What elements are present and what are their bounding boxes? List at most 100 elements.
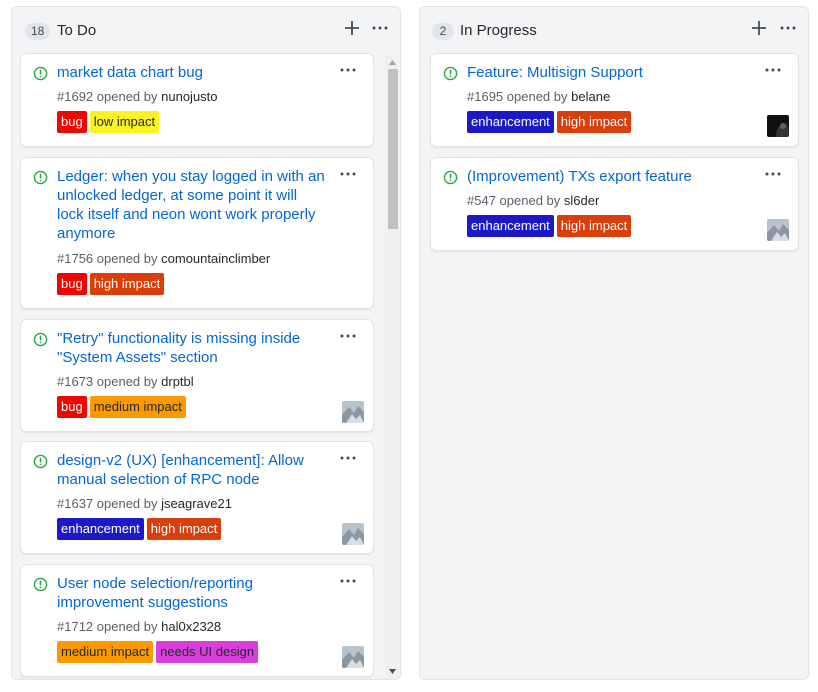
issue-card[interactable]: Ledger: when you stay logged in with an … <box>20 157 374 309</box>
issue-title-link[interactable]: design-v2 (UX) [enhancement]: Allow manu… <box>57 451 327 489</box>
label-list: bug high impact <box>57 273 165 295</box>
column-menu-button[interactable] <box>777 17 799 39</box>
issue-label[interactable]: enhancement <box>467 215 554 237</box>
issue-author-link[interactable]: drptbl <box>161 374 194 389</box>
plus-icon <box>752 21 766 35</box>
opened-by-text: opened by <box>96 89 158 104</box>
issue-opened-icon <box>33 170 48 185</box>
assignee-avatar[interactable] <box>342 401 364 423</box>
column-header: 18 To Do <box>12 7 400 53</box>
issue-title-link[interactable]: "Retry" functionality is missing inside … <box>57 329 327 367</box>
kebab-horizontal-icon <box>340 172 356 176</box>
issue-opened-icon <box>33 332 48 347</box>
issue-title-link[interactable]: Feature: Multisign Support <box>467 63 737 82</box>
issue-meta: #1695 opened by belane <box>467 88 610 105</box>
kebab-horizontal-icon <box>765 68 781 72</box>
card-menu-button[interactable] <box>337 573 359 589</box>
issue-card[interactable]: design-v2 (UX) [enhancement]: Allow manu… <box>20 441 374 554</box>
issue-label[interactable]: enhancement <box>57 518 144 540</box>
issue-card[interactable]: (Improvement) TXs export feature #547 op… <box>430 157 799 251</box>
assignee-avatar[interactable] <box>342 646 364 668</box>
issue-number: #1673 <box>57 374 94 389</box>
card-menu-button[interactable] <box>337 166 359 182</box>
issue-title-link[interactable]: Ledger: when you stay logged in with an … <box>57 167 327 243</box>
issue-title-link[interactable]: User node selection/reporting improvemen… <box>57 574 327 612</box>
kebab-horizontal-icon <box>372 26 388 30</box>
kebab-horizontal-icon <box>340 579 356 583</box>
issue-title-link[interactable]: (Improvement) TXs export feature <box>467 167 737 186</box>
column-count-badge: 18 <box>25 23 51 40</box>
kebab-horizontal-icon <box>340 334 356 338</box>
issue-number: #1756 <box>57 251 94 266</box>
issue-number: #1695 <box>467 89 504 104</box>
column-title: In Progress <box>460 22 537 39</box>
issue-meta: #1673 opened by drptbl <box>57 373 194 390</box>
user-avatar-image <box>342 401 364 423</box>
issue-label[interactable]: needs UI design <box>156 641 259 663</box>
issue-author-link[interactable]: jseagrave21 <box>161 496 232 511</box>
issue-label[interactable]: high impact <box>556 215 632 237</box>
issue-meta: #547 opened by sl6der <box>467 192 599 209</box>
issue-label[interactable]: high impact <box>146 518 222 540</box>
label-list: bug low impact <box>57 111 160 133</box>
issue-author-link[interactable]: sl6der <box>564 193 599 208</box>
issue-author-link[interactable]: comountainclimber <box>161 251 270 266</box>
issue-label[interactable]: high impact <box>89 273 165 295</box>
issue-label[interactable]: bug <box>57 396 87 418</box>
issue-card[interactable]: Feature: Multisign Support #1695 opened … <box>430 53 799 147</box>
issue-label[interactable]: high impact <box>556 111 632 133</box>
user-avatar-image <box>767 115 789 137</box>
issue-label[interactable]: bug <box>57 273 87 295</box>
user-avatar-image <box>342 646 364 668</box>
column-scrollbar[interactable] <box>385 55 399 679</box>
issue-card[interactable]: "Retry" functionality is missing inside … <box>20 319 374 432</box>
user-avatar-image <box>767 219 789 241</box>
label-list: enhancement high impact <box>467 215 632 237</box>
label-list: bug medium impact <box>57 396 186 418</box>
assignee-avatar[interactable] <box>767 219 789 241</box>
issue-label[interactable]: bug <box>57 111 87 133</box>
issue-opened-icon <box>33 577 48 592</box>
opened-by-text: opened by <box>96 374 158 389</box>
issue-meta: #1712 opened by hal0x2328 <box>57 618 221 635</box>
scroll-down-arrow-icon[interactable] <box>388 667 397 676</box>
scrollbar-thumb[interactable] <box>388 69 398 229</box>
issue-label[interactable]: enhancement <box>467 111 554 133</box>
issue-author-link[interactable]: nunojusto <box>161 89 217 104</box>
issue-number: #1637 <box>57 496 94 511</box>
kebab-horizontal-icon <box>340 456 356 460</box>
issue-opened-icon <box>443 66 458 81</box>
column-header: 2 In Progress <box>420 7 808 53</box>
issue-author-link[interactable]: belane <box>571 89 610 104</box>
kebab-horizontal-icon <box>340 68 356 72</box>
opened-by-text: opened by <box>96 496 158 511</box>
issue-number: #1692 <box>57 89 94 104</box>
add-card-button[interactable] <box>341 17 363 39</box>
issue-author-link[interactable]: hal0x2328 <box>161 619 221 634</box>
column-menu-button[interactable] <box>369 17 391 39</box>
opened-by-text: opened by <box>506 89 568 104</box>
assignee-avatar[interactable] <box>342 523 364 545</box>
card-menu-button[interactable] <box>762 166 784 182</box>
assignee-avatar[interactable] <box>767 115 789 137</box>
card-menu-button[interactable] <box>337 450 359 466</box>
issue-number: #1712 <box>57 619 94 634</box>
label-list: medium impact needs UI design <box>57 641 259 663</box>
issue-card[interactable]: User node selection/reporting improvemen… <box>20 564 374 677</box>
opened-by-text: opened by <box>96 619 158 634</box>
issue-label[interactable]: medium impact <box>89 396 186 418</box>
issue-label[interactable]: low impact <box>89 111 160 133</box>
card-menu-button[interactable] <box>337 62 359 78</box>
add-card-button[interactable] <box>748 17 770 39</box>
card-menu-button[interactable] <box>337 328 359 344</box>
card-menu-button[interactable] <box>762 62 784 78</box>
user-avatar-image <box>342 523 364 545</box>
issue-opened-icon <box>33 66 48 81</box>
issue-card[interactable]: market data chart bug #1692 opened by nu… <box>20 53 374 147</box>
issue-title-link[interactable]: market data chart bug <box>57 63 327 82</box>
label-list: enhancement high impact <box>57 518 222 540</box>
opened-by-text: opened by <box>499 193 561 208</box>
issue-label[interactable]: medium impact <box>57 641 154 663</box>
kebab-horizontal-icon <box>780 26 796 30</box>
scroll-up-arrow-icon[interactable] <box>388 58 397 67</box>
